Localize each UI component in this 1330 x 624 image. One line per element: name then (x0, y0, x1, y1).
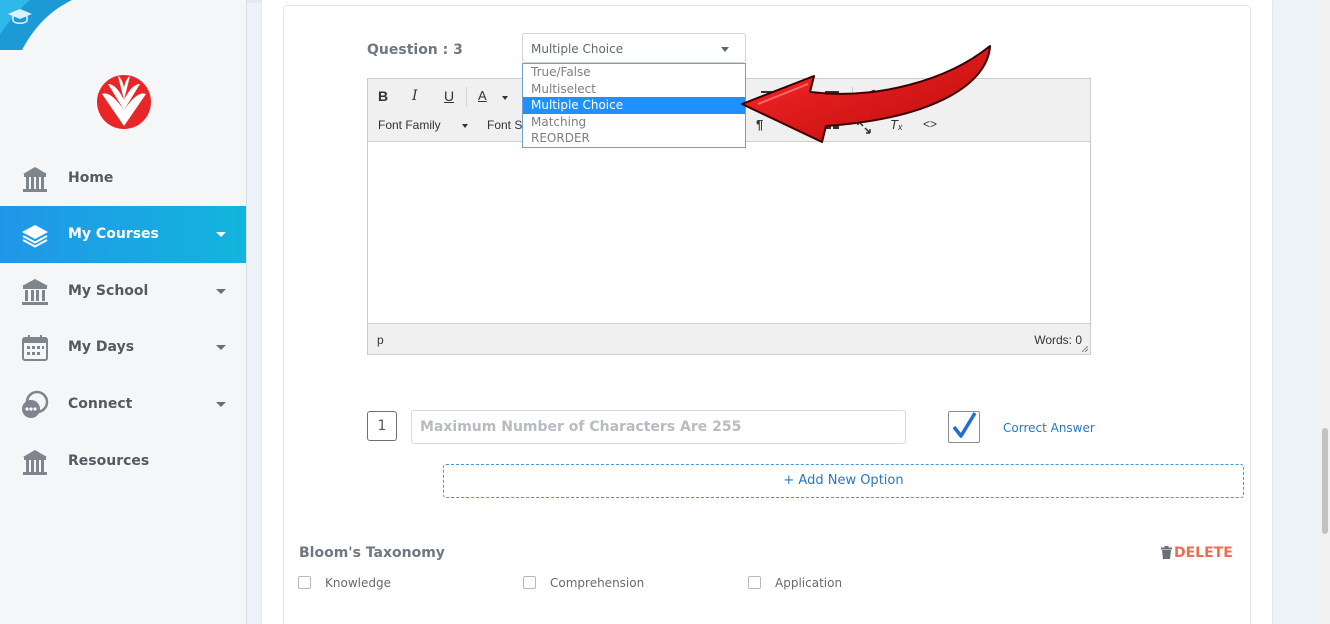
option-text-input[interactable] (411, 410, 906, 444)
sidebar-item-resources[interactable]: Resources (0, 433, 246, 490)
toolbar-separator (466, 87, 467, 107)
scrollbar-thumb[interactable] (1322, 428, 1328, 534)
trash-icon (1161, 546, 1172, 559)
sidebar-item-label: My Days (68, 339, 135, 355)
chevron-down-icon (216, 289, 226, 294)
comprehension-checkbox[interactable] (523, 576, 536, 589)
font-color-button[interactable]: A (478, 88, 487, 103)
sidebar-item-label: Home (68, 170, 114, 186)
dropdown-option-multiselect[interactable]: Multiselect (523, 81, 745, 98)
question-number-label: Question : 3 (367, 42, 463, 58)
add-new-option-button[interactable]: + Add New Option (443, 464, 1244, 498)
bold-button[interactable]: B (378, 88, 388, 104)
chevron-down-icon (216, 345, 226, 350)
sidebar: Home My Courses My School My Days Connec… (0, 0, 247, 624)
chevron-down-icon (721, 47, 729, 52)
sidebar-item-label: Connect (68, 396, 133, 412)
editor-statusbar: p Words: 0 (368, 323, 1090, 354)
correct-answer-label[interactable]: Correct Answer (1003, 421, 1095, 435)
layers-stack-icon (22, 225, 48, 248)
clear-formatting-icon[interactable]: Tₓ (890, 117, 903, 132)
toolbar-separator (852, 87, 853, 107)
paragraph-direction-icon[interactable]: ¶ (756, 117, 763, 132)
school-building-icon (23, 167, 47, 192)
dropdown-option-true-false[interactable]: True/False (523, 64, 745, 81)
school-logo-icon (97, 75, 151, 129)
chevron-down-icon (462, 124, 468, 128)
align-justify-icon[interactable] (824, 89, 840, 105)
application-checkbox[interactable] (748, 576, 761, 589)
chat-bubbles-icon (22, 390, 49, 418)
delete-button[interactable]: DELETE (1161, 545, 1233, 561)
sidebar-item-my-days[interactable]: My Days (0, 319, 246, 376)
dropdown-option-matching[interactable]: Matching (523, 114, 745, 131)
question-type-value: Multiple Choice (531, 42, 624, 56)
sidebar-item-connect[interactable]: Connect (0, 376, 246, 433)
dropdown-option-multiple-choice[interactable]: Multiple Choice (523, 97, 745, 114)
italic-button[interactable]: I (412, 88, 418, 104)
blooms-taxonomy-title: Bloom's Taxonomy (299, 545, 445, 561)
fullscreen-icon[interactable] (856, 119, 872, 135)
font-family-select[interactable]: Font Family (378, 118, 441, 132)
font-size-select[interactable]: Font S (487, 118, 522, 132)
link-icon[interactable] (862, 89, 878, 105)
knowledge-label: Knowledge (325, 576, 391, 590)
delete-label: DELETE (1174, 545, 1233, 561)
resize-handle-icon[interactable] (1082, 346, 1088, 352)
chevron-down-icon (216, 402, 226, 407)
word-count: Words: 0 (1034, 333, 1082, 347)
option-number: 1 (367, 411, 397, 441)
sidebar-item-label: My School (68, 283, 149, 299)
checkmark-icon (952, 412, 977, 438)
chevron-down-icon (216, 232, 226, 237)
correct-answer-checkbox[interactable] (948, 411, 980, 443)
app-window: Home My Courses My School My Days Connec… (0, 0, 1330, 624)
element-path: p (377, 333, 384, 347)
chevron-down-icon (502, 96, 508, 100)
sidebar-item-label: Resources (68, 453, 150, 469)
image-icon[interactable] (894, 89, 910, 105)
columns-building-icon (22, 279, 48, 305)
dropdown-option-reorder[interactable]: REORDER (523, 130, 745, 147)
source-code-icon[interactable]: <> (923, 117, 937, 131)
calendar-icon (22, 335, 48, 361)
question-type-dropdown: True/False Multiselect Multiple Choice M… (522, 63, 746, 148)
comprehension-label: Comprehension (550, 576, 645, 590)
sidebar-item-my-school[interactable]: My School (0, 263, 246, 320)
library-building-icon (23, 450, 47, 475)
application-label: Application (775, 576, 843, 590)
sidebar-item-home[interactable]: Home (0, 150, 246, 207)
graduation-cap-ribbon-icon (0, 0, 72, 50)
question-type-select[interactable]: Multiple Choice (522, 33, 746, 63)
knowledge-checkbox[interactable] (298, 576, 311, 589)
underline-button[interactable]: U (444, 88, 454, 104)
sidebar-item-label: My Courses (68, 226, 159, 242)
blockquote-icon[interactable] (824, 119, 840, 135)
sidebar-item-my-courses[interactable]: My Courses (0, 206, 246, 263)
align-center-icon[interactable] (760, 89, 776, 105)
